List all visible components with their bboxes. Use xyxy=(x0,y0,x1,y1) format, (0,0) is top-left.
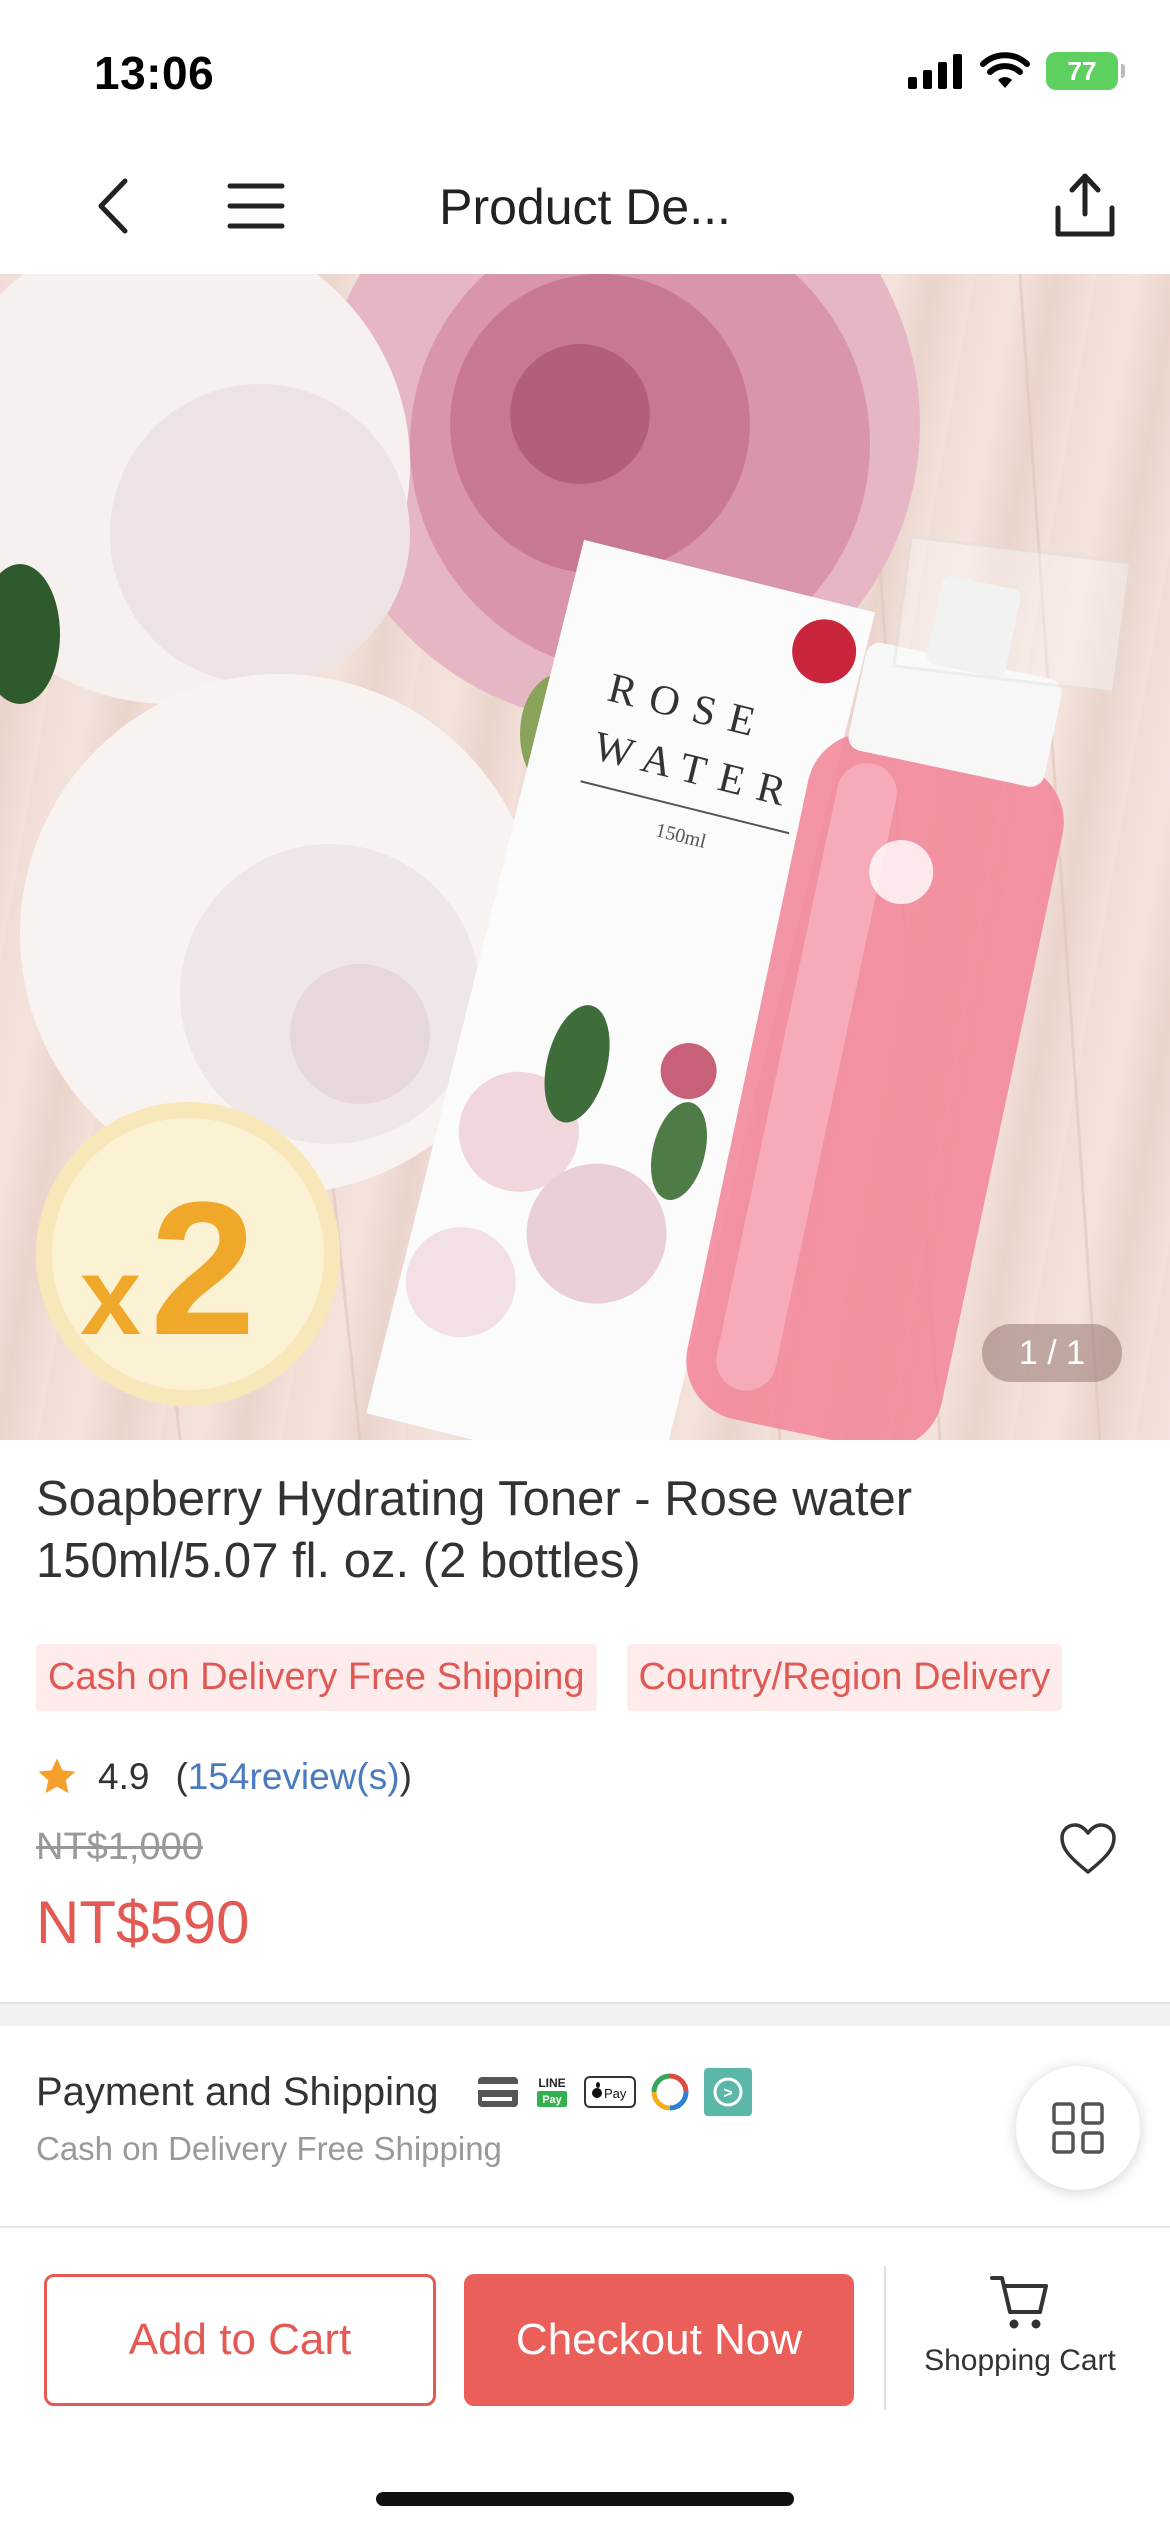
back-icon xyxy=(98,178,128,234)
reviews-link[interactable]: 154review(s) xyxy=(188,1756,400,1797)
svg-text:2: 2 xyxy=(150,1163,256,1375)
product-image-carousel[interactable]: ROSE WATER 150ml x 2 1 / 1 xyxy=(0,274,1170,1440)
grid-menu-button[interactable] xyxy=(1016,2066,1140,2190)
svg-text:x: x xyxy=(80,1235,141,1358)
status-icons: 77 xyxy=(908,52,1125,90)
page-title: Product De... xyxy=(439,179,731,235)
checkout-now-button[interactable]: Checkout Now xyxy=(464,2274,854,2406)
status-bar: 13:06 77 xyxy=(0,0,1170,140)
line-pay-bottom: Pay xyxy=(542,2094,562,2106)
shopping-cart-label: Shopping Cart xyxy=(924,2344,1116,2377)
credit-card-icon xyxy=(478,2077,518,2107)
rating-row: 4.9 (154review(s)) xyxy=(36,1756,412,1798)
sale-price: NT$590 xyxy=(36,1889,250,1956)
line-pay-top: LINE xyxy=(538,2076,565,2090)
payment-shipping-subtitle: Cash on Delivery Free Shipping xyxy=(36,2130,502,2167)
tag-region-delivery: Country/Region Delivery xyxy=(626,1644,1063,1711)
product-title: Soapberry Hydrating Toner - Rose water 1… xyxy=(36,1472,913,1588)
line-pay-icon: LINE Pay xyxy=(537,2076,567,2107)
section-divider xyxy=(0,2002,1170,2026)
reviews-count: (154review(s)) xyxy=(175,1756,411,1798)
bar-separator xyxy=(884,2266,886,2410)
jko-pay-icon xyxy=(651,2073,689,2111)
signal-icon xyxy=(908,54,962,89)
add-to-cart-button[interactable]: Add to Cart xyxy=(44,2274,436,2406)
product-photo: ROSE WATER 150ml x 2 xyxy=(0,274,1133,1440)
original-price: NT$1,000 xyxy=(36,1826,203,1868)
status-time: 13:06 xyxy=(94,47,215,99)
back-button[interactable] xyxy=(88,176,138,236)
menu-button[interactable] xyxy=(226,178,290,234)
wifi-icon xyxy=(980,52,1030,88)
apple-pay-icon: Pay xyxy=(584,2076,636,2108)
favorite-button[interactable] xyxy=(1058,1822,1120,1878)
apple-pay-label: Pay xyxy=(604,2086,627,2101)
share-icon xyxy=(1055,173,1115,237)
payment-methods: LINE Pay Pay > xyxy=(476,2068,752,2116)
battery-icon: 77 xyxy=(1046,52,1125,90)
bottom-action-bar: Add to Cart Checkout Now Shopping Cart xyxy=(0,2226,1170,2532)
grid-icon xyxy=(1052,2102,1104,2154)
rating-score: 4.9 xyxy=(98,1756,150,1797)
image-counter: 1 / 1 xyxy=(982,1324,1122,1382)
nav-bar: Product De... xyxy=(0,140,1170,274)
shipping-tags: Cash on Delivery Free Shipping Country/R… xyxy=(36,1644,1063,1711)
atome-pay-icon: > xyxy=(704,2068,752,2116)
shopping-cart-button[interactable]: Shopping Cart xyxy=(900,2272,1140,2412)
star-icon xyxy=(38,1758,76,1794)
payment-shipping-title: Payment and Shipping xyxy=(36,2070,439,2114)
battery-level: 77 xyxy=(1067,55,1097,86)
heart-icon xyxy=(1060,1823,1116,1874)
reviews-close-paren: ) xyxy=(399,1756,412,1797)
reviews-open-paren: ( xyxy=(175,1756,188,1797)
tag-cod-free-shipping: Cash on Delivery Free Shipping xyxy=(36,1644,597,1711)
menu-icon xyxy=(227,183,285,229)
svg-text:>: > xyxy=(723,2085,732,2102)
home-indicator xyxy=(376,2492,794,2506)
shopping-cart-icon xyxy=(990,2276,1048,2329)
share-button[interactable] xyxy=(1050,170,1120,240)
